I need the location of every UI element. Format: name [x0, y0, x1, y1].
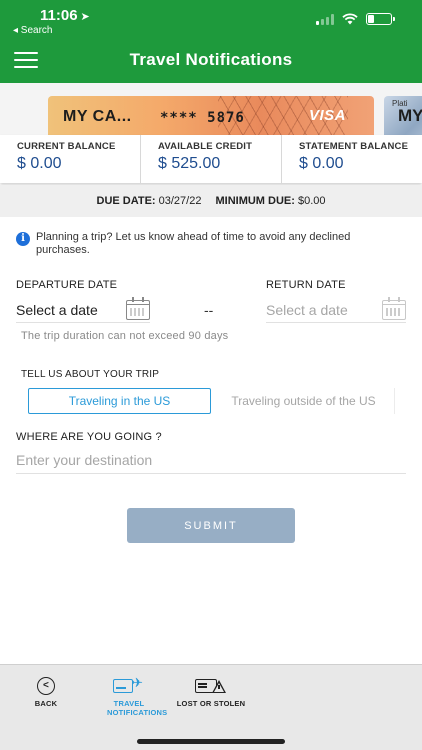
card-number: **** 5876	[160, 110, 245, 126]
card-warning-icon	[195, 677, 227, 695]
location-arrow-icon: ➤	[80, 11, 90, 23]
page-title: Travel Notifications	[129, 50, 293, 69]
available-credit: AVAILABLE CREDIT $ 525.00	[140, 135, 281, 183]
due-date-strip: DUE DATE: 03/27/22 MINIMUM DUE: $0.00	[0, 185, 422, 217]
home-indicator[interactable]	[137, 739, 285, 744]
nav-travel-notifications[interactable]: ✈ TRAVEL NOTIFICATIONS	[95, 675, 168, 717]
card-plane-icon: ✈	[113, 675, 145, 695]
nav-back[interactable]: < BACK	[22, 677, 70, 708]
due-date: DUE DATE: 03/27/22	[96, 195, 202, 207]
statement-balance: STATEMENT BALANCE $ 0.00	[281, 135, 422, 183]
trip-option-outside-us[interactable]: Traveling outside of the US	[213, 388, 395, 414]
date-separator: --	[204, 302, 214, 318]
battery-icon	[366, 13, 395, 25]
departure-date-value: Select a date	[16, 301, 98, 318]
departure-date-label: DEPARTURE DATE	[16, 279, 118, 291]
trip-option-us[interactable]: Traveling in the US	[28, 388, 211, 414]
trip-type-label: TELL US ABOUT YOUR TRIP	[21, 369, 160, 380]
minimum-due: MINIMUM DUE: $0.00	[215, 195, 326, 207]
info-text: Planning a trip? Let us know ahead of ti…	[36, 231, 351, 256]
info-icon: i	[16, 232, 30, 246]
statement-balance-label: STATEMENT BALANCE	[299, 141, 409, 152]
app-header: 11:06 ➤ ◂ Search Travel Notifications	[0, 0, 422, 83]
back-to-search-link[interactable]: ◂ Search	[13, 25, 52, 36]
statement-balance-value: $ 0.00	[299, 155, 344, 172]
return-date-value: Select a date	[266, 301, 348, 318]
nav-travel-label: TRAVEL NOTIFICATIONS	[107, 699, 168, 717]
card-primary[interactable]: MY CA... **** 5876 VISA	[48, 96, 374, 135]
wifi-icon	[342, 13, 358, 25]
visa-logo: VISA	[308, 107, 346, 124]
cellular-signal-icon	[316, 13, 334, 25]
available-credit-value: $ 525.00	[158, 155, 221, 172]
available-credit-label: AVAILABLE CREDIT	[158, 141, 253, 152]
card-secondary[interactable]: Plati MY	[384, 96, 422, 135]
bottom-nav: < BACK ✈ TRAVEL NOTIFICATIONS LOST OR ST…	[0, 664, 422, 750]
calendar-icon[interactable]	[126, 296, 150, 320]
card-name: MY CA...	[63, 108, 132, 125]
trip-info-message: i Planning a trip? Let us know ahead of …	[16, 231, 396, 257]
card-secondary-name: MY	[398, 106, 422, 125]
trip-duration-hint: The trip duration can not exceed 90 days	[21, 330, 229, 342]
current-balance-label: CURRENT BALANCE	[17, 141, 116, 152]
return-date-label: RETURN DATE	[266, 279, 346, 291]
nav-lost-label: LOST OR STOLEN	[176, 699, 246, 708]
status-time: 11:06 ➤	[40, 7, 90, 24]
current-balance: CURRENT BALANCE $ 0.00	[0, 135, 140, 183]
calendar-icon[interactable]	[382, 296, 406, 320]
card-carousel[interactable]: MY CA... **** 5876 VISA Plati MY	[0, 83, 422, 135]
departure-date-picker[interactable]: Select a date	[16, 296, 150, 323]
back-circle-icon: <	[37, 677, 55, 695]
destination-input[interactable]	[16, 446, 406, 474]
status-icons	[316, 13, 395, 25]
nav-lost-or-stolen[interactable]: LOST OR STOLEN	[172, 677, 250, 708]
destination-label: WHERE ARE YOU GOING ?	[16, 431, 162, 443]
return-date-picker[interactable]: Select a date	[266, 296, 406, 323]
submit-button[interactable]: SUBMIT	[127, 508, 295, 543]
current-balance-value: $ 0.00	[17, 155, 62, 172]
nav-back-label: BACK	[34, 699, 58, 708]
balances-row: CURRENT BALANCE $ 0.00 AVAILABLE CREDIT …	[0, 135, 422, 183]
